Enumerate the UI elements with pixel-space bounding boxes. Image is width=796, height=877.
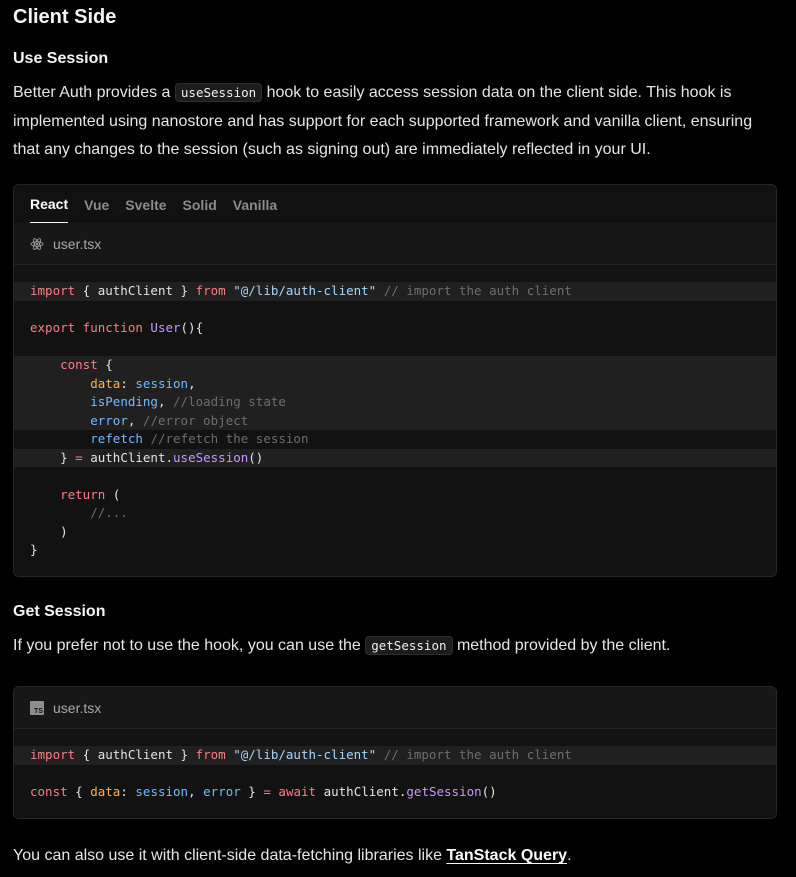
- code-line: //...: [90, 505, 128, 520]
- intro-text-before: If you prefer not to use the hook, you c…: [13, 637, 361, 654]
- code-block: import { authClient } from "@/lib/auth-c…: [14, 265, 776, 576]
- use-session-heading: Use Session: [13, 50, 109, 67]
- get-session-code-card: TS user.tsx import { authClient } from "…: [13, 686, 777, 819]
- tanstack-query-link[interactable]: TanStack Query: [446, 847, 567, 864]
- footer-paragraph: You can also use it with client-side dat…: [13, 842, 783, 871]
- footer-text: You can also use it with client-side dat…: [13, 847, 442, 864]
- code-line: refetch //refetch the session: [90, 431, 309, 446]
- filename: user.tsx: [53, 235, 102, 252]
- react-icon: [30, 237, 44, 251]
- code-block: import { authClient } from "@/lib/auth-c…: [14, 729, 776, 818]
- tab-svelte[interactable]: Svelte: [125, 197, 166, 223]
- code-line: export function User(){: [30, 320, 204, 335]
- code-line: data: session,: [14, 374, 776, 393]
- use-session-inline-code: useSession: [174, 83, 263, 102]
- code-line: ): [60, 523, 68, 539]
- code-line: error, //error object: [14, 411, 776, 430]
- get-session-heading: Get Session: [13, 603, 106, 620]
- code-line: import { authClient } from "@/lib/auth-c…: [14, 282, 776, 301]
- typescript-icon: TS: [30, 700, 44, 715]
- get-session-inline-code: getSession: [365, 636, 453, 655]
- intro-text-before: Better Auth provides a: [13, 84, 171, 101]
- code-line: isPending, //loading state: [14, 393, 776, 412]
- get-session-intro: If you prefer not to use the hook, you c…: [13, 632, 783, 661]
- framework-tabs: React Vue Svelte Solid Vanilla: [14, 185, 776, 223]
- tab-vanilla[interactable]: Vanilla: [233, 197, 277, 223]
- code-line: const { data: session, error } = await a…: [30, 784, 497, 799]
- intro-text-after: method provided by the client.: [456, 637, 671, 654]
- code-line: const {: [14, 356, 776, 375]
- footer-period: .: [567, 847, 572, 864]
- tab-vue[interactable]: Vue: [84, 197, 109, 223]
- code-line: } = authClient.useSession(): [14, 448, 776, 467]
- code-line: return (: [60, 486, 121, 502]
- use-session-intro: Better Auth provides a useSession hook t…: [13, 79, 783, 165]
- file-header: TS user.tsx: [14, 687, 776, 729]
- section-title: Client Side: [13, 6, 117, 28]
- filename: user.tsx: [53, 699, 102, 716]
- tab-solid[interactable]: Solid: [183, 197, 217, 223]
- code-line: import { authClient } from "@/lib/auth-c…: [14, 746, 776, 765]
- file-header: user.tsx: [14, 223, 776, 265]
- code-line: }: [30, 542, 38, 557]
- tab-react[interactable]: React: [30, 196, 69, 223]
- use-session-code-card: React Vue Svelte Solid Vanilla user.tsx …: [13, 184, 777, 577]
